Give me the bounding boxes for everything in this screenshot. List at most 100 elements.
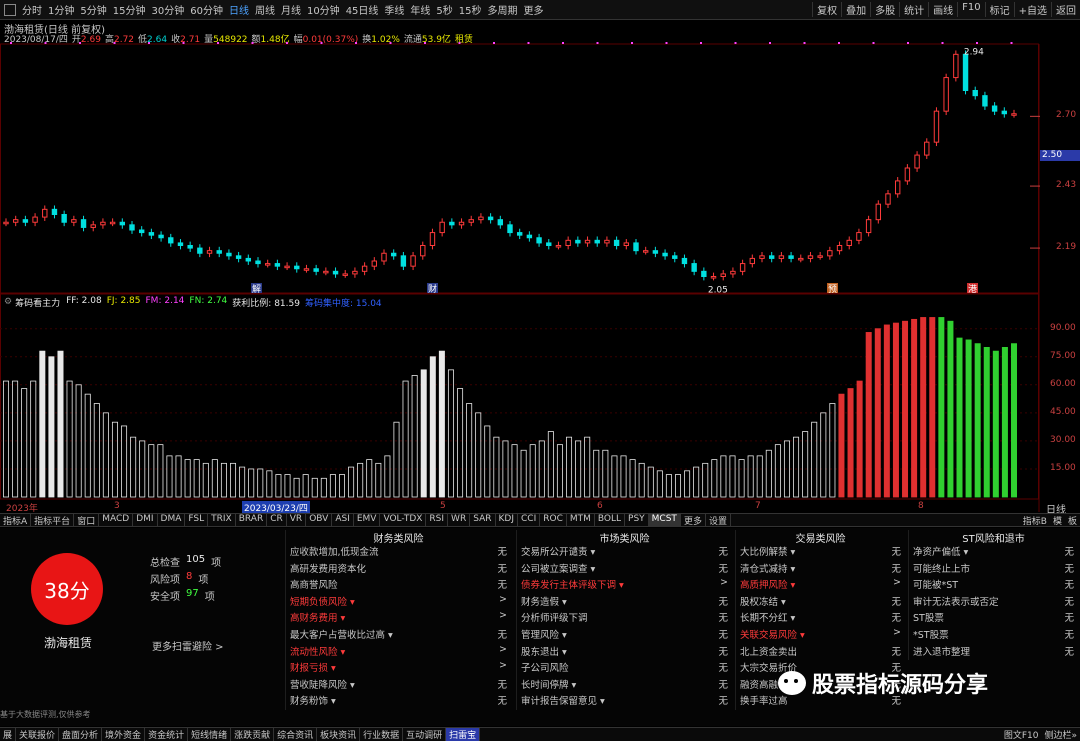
- bottom-tab[interactable]: 互动调研: [403, 728, 447, 741]
- timeline-label: 6: [597, 501, 603, 511]
- risk-row[interactable]: 债券发行主体评级下调 ▾ >: [517, 577, 732, 594]
- indicator-tab[interactable]: KDJ: [496, 514, 518, 526]
- risk-row[interactable]: 财务造假 ▾ 无: [517, 594, 732, 611]
- risk-row[interactable]: 财务粉饰 ▾ 无: [286, 693, 511, 710]
- bottom-tab[interactable]: 涨跌贡献: [231, 728, 275, 741]
- bottom-tab-right[interactable]: 图文F10: [1001, 728, 1042, 741]
- indicator-bar: [729, 455, 736, 498]
- indicator-bar: [429, 356, 436, 498]
- indicator-bar: [257, 468, 264, 498]
- risk-row[interactable]: 大比例解禁 ▾ 无: [736, 544, 905, 561]
- indicator-tab[interactable]: CR: [267, 514, 287, 526]
- indicator-tab[interactable]: BRAR: [236, 514, 268, 526]
- risk-row[interactable]: 长时间停牌 ▾ 无: [517, 677, 732, 694]
- indicator-tab[interactable]: SAR: [470, 514, 496, 526]
- event-marker[interactable]: 预: [828, 284, 837, 295]
- candle-body: [759, 255, 765, 259]
- risk-row-status: >: [893, 626, 901, 638]
- risk-row[interactable]: 应收款增加,低现金流 无: [286, 544, 511, 561]
- candle-body: [313, 268, 319, 272]
- bottom-tab[interactable]: 板块资讯: [317, 728, 361, 741]
- bottom-tab-right[interactable]: 侧边栏»: [1041, 728, 1080, 741]
- risk-row[interactable]: 高商誉风险 无: [286, 577, 511, 594]
- risk-row[interactable]: ST股票 无: [909, 610, 1078, 627]
- risk-row[interactable]: 长期不分红 ▾ 无: [736, 610, 905, 627]
- indicator-tab[interactable]: RSI: [426, 514, 449, 526]
- indicator-tab[interactable]: VOL-TDX: [380, 514, 427, 526]
- indicator-tab[interactable]: BOLL: [595, 514, 626, 526]
- signal-dot: [389, 42, 392, 44]
- risk-row[interactable]: 短期负债风险 ▾ >: [286, 594, 511, 611]
- indicator-tab[interactable]: WR: [448, 514, 471, 526]
- risk-row[interactable]: 高质押风险 ▾ >: [736, 577, 905, 594]
- risk-row[interactable]: 高研发费用资本化 无: [286, 561, 511, 578]
- risk-row[interactable]: 进入退市整理 无: [909, 644, 1078, 661]
- indicator-tab[interactable]: 更多: [681, 514, 706, 526]
- risk-row[interactable]: 关联交易风险 ▾ >: [736, 627, 905, 644]
- indicator-bar: [329, 474, 336, 498]
- indicator-tab[interactable]: MCST: [648, 514, 681, 526]
- risk-row[interactable]: 可能被*ST 无: [909, 577, 1078, 594]
- risk-row[interactable]: 审计无法表示或否定 无: [909, 594, 1078, 611]
- tab-right-button[interactable]: 板: [1065, 514, 1080, 527]
- indicator-tab[interactable]: 指标A: [0, 514, 32, 526]
- risk-row[interactable]: 交易所公开谴责 ▾ 无: [517, 544, 732, 561]
- indicator-tab[interactable]: 指标平台: [31, 514, 75, 526]
- indicator-tab[interactable]: MACD: [99, 514, 134, 526]
- tab-right-button[interactable]: 模: [1050, 514, 1065, 527]
- risk-row[interactable]: 清仓式减持 ▾ 无: [736, 561, 905, 578]
- risk-row[interactable]: 分析师评级下调 无: [517, 610, 732, 627]
- indicator-bar: [738, 459, 745, 498]
- risk-row[interactable]: 股东退出 ▾ 无: [517, 644, 732, 661]
- indicator-tab[interactable]: MTM: [567, 514, 595, 526]
- indicator-tab[interactable]: DMI: [133, 514, 158, 526]
- bottom-tab[interactable]: 短线情绪: [188, 728, 232, 741]
- risk-row[interactable]: 高财务费用 ▾ >: [286, 610, 511, 627]
- risk-row[interactable]: 流动性风险 ▾ >: [286, 644, 511, 661]
- bottom-tab[interactable]: 资金统计: [145, 728, 189, 741]
- event-marker[interactable]: 解: [252, 283, 261, 295]
- risk-row[interactable]: 营收陡降风险 ▾ 无: [286, 677, 511, 694]
- indicator-bar: [1001, 346, 1008, 498]
- indicator-tab[interactable]: OBV: [306, 514, 333, 526]
- bottom-tab[interactable]: 展: [0, 728, 17, 741]
- indicator-bar: [230, 462, 237, 498]
- risk-row[interactable]: 净资产偏低 ▾ 无: [909, 544, 1078, 561]
- more-scan-link[interactable]: 更多扫雷避险 >: [152, 638, 224, 653]
- event-marker[interactable]: 港: [968, 283, 977, 295]
- event-marker[interactable]: 财: [428, 283, 437, 295]
- risk-row[interactable]: 公司被立案调查 ▾ 无: [517, 561, 732, 578]
- indicator-tab[interactable]: ROC: [540, 514, 567, 526]
- risk-row[interactable]: 子公司风险 无: [517, 660, 732, 677]
- indicator-tab[interactable]: PSY: [625, 514, 649, 526]
- indicator-axis-label: 30.00: [1050, 434, 1076, 445]
- risk-column: 财务类风险 应收款增加,低现金流无高研发费用资本化无高商誉风险无短期负债风险 ▾ >…: [285, 530, 511, 710]
- bottom-tab[interactable]: 综合资讯: [274, 728, 318, 741]
- risk-row[interactable]: 审计报告保留意见 ▾ 无: [517, 693, 732, 710]
- indicator-tab[interactable]: 窗口: [74, 514, 100, 526]
- risk-row[interactable]: *ST股票 无: [909, 627, 1078, 644]
- indicator-tab[interactable]: FSL: [185, 514, 209, 526]
- candle-body: [226, 252, 232, 257]
- risk-row[interactable]: 可能终止上市 无: [909, 561, 1078, 578]
- risk-row[interactable]: 股权冻结 ▾ 无: [736, 594, 905, 611]
- risk-row[interactable]: 管理风险 ▾ 无: [517, 627, 732, 644]
- indicator-tab[interactable]: CCI: [518, 514, 541, 526]
- bottom-tab[interactable]: 盘面分析: [59, 728, 103, 741]
- indicator-tab[interactable]: 设置: [706, 514, 731, 526]
- candle-body: [817, 255, 823, 258]
- risk-row[interactable]: 财报亏损 ▾ >: [286, 660, 511, 677]
- risk-row[interactable]: 北上资金卖出 无: [736, 644, 905, 661]
- tab-right-button[interactable]: 指标B: [1020, 514, 1050, 527]
- bottom-tab[interactable]: 行业数据: [360, 728, 404, 741]
- indicator-tab[interactable]: ASI: [332, 514, 354, 526]
- bottom-tab[interactable]: 境外资金: [102, 728, 146, 741]
- settings-icon[interactable]: ⚙: [4, 297, 12, 307]
- bottom-tab[interactable]: 扫雷宝: [446, 728, 481, 741]
- indicator-tab[interactable]: EMV: [354, 514, 381, 526]
- risk-row[interactable]: 最大客户占营收比过高 ▾ 无: [286, 627, 511, 644]
- indicator-tab[interactable]: VR: [287, 514, 307, 526]
- bottom-tab[interactable]: 关联报价: [16, 728, 60, 741]
- indicator-tab[interactable]: DMA: [158, 514, 186, 526]
- indicator-tab[interactable]: TRIX: [208, 514, 236, 526]
